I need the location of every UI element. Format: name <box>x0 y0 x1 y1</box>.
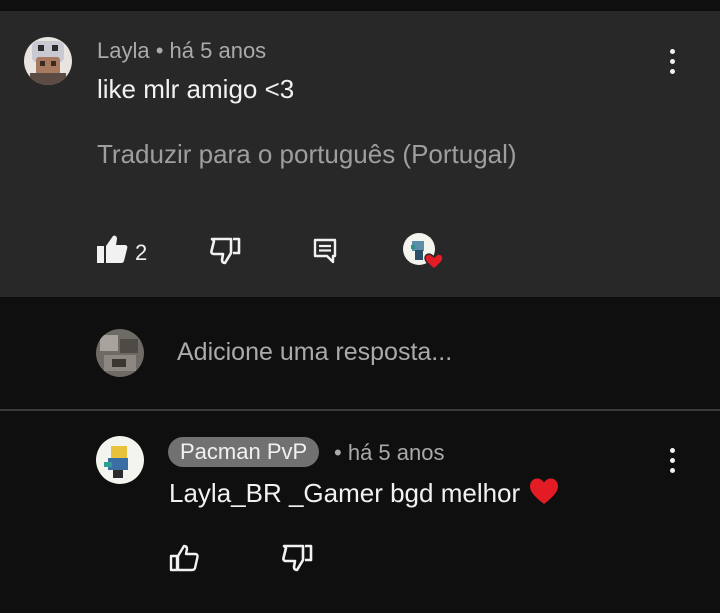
top-strip <box>0 0 720 11</box>
reply-input[interactable]: Adicione uma resposta... <box>177 338 452 367</box>
like-count: 2 <box>135 240 148 265</box>
current-user-avatar <box>96 329 144 377</box>
reply-author-chip[interactable]: Pacman PvP <box>168 437 320 467</box>
reply-comment-icon <box>313 238 337 264</box>
red-heart-emoji-icon <box>530 478 559 504</box>
comment-time: há 5 anos <box>169 38 267 63</box>
reply-text-line: Layla_BR _Gamer bgd melhor <box>169 477 560 509</box>
reply-text: Layla_BR _Gamer bgd melhor <box>169 478 521 508</box>
thumbs-down-outline-icon <box>210 237 241 265</box>
divider <box>0 409 720 411</box>
more-vertical-icon <box>669 447 675 453</box>
creator-heart-badge[interactable] <box>403 233 447 276</box>
layla-avatar[interactable] <box>24 37 72 85</box>
reply-menu-button[interactable] <box>657 440 687 480</box>
thumbs-up-outline-icon <box>169 544 199 572</box>
reply-like-button[interactable] <box>168 544 200 577</box>
separator-dot: • <box>334 440 348 465</box>
reply-button[interactable] <box>313 238 337 269</box>
thumbs-up-filled-icon <box>97 235 128 263</box>
comment-menu-button[interactable] <box>657 41 687 81</box>
separator-dot: • <box>155 38 170 63</box>
translate-link[interactable]: Traduzir para o português (Portugal) <box>97 139 517 170</box>
more-vertical-icon <box>669 48 675 54</box>
reply-meta: • há 5 anos <box>334 440 444 466</box>
pacman-avatar[interactable] <box>96 436 144 484</box>
more-dot <box>669 58 675 64</box>
comment-meta: Layla • há 5 anos <box>97 38 266 64</box>
comment-text: like mlr amigo <3 <box>97 74 295 104</box>
reply-time: há 5 anos <box>347 440 445 465</box>
creator-heart-icon <box>403 233 444 270</box>
more-dot <box>669 68 675 74</box>
dislike-button[interactable] <box>209 237 241 270</box>
comment-author[interactable]: Layla <box>97 38 150 63</box>
thumbs-down-outline-icon <box>282 544 313 572</box>
like-button[interactable] <box>96 234 128 269</box>
more-dot <box>669 457 675 463</box>
reply-dislike-button[interactable] <box>281 544 313 577</box>
more-dot <box>669 467 675 473</box>
